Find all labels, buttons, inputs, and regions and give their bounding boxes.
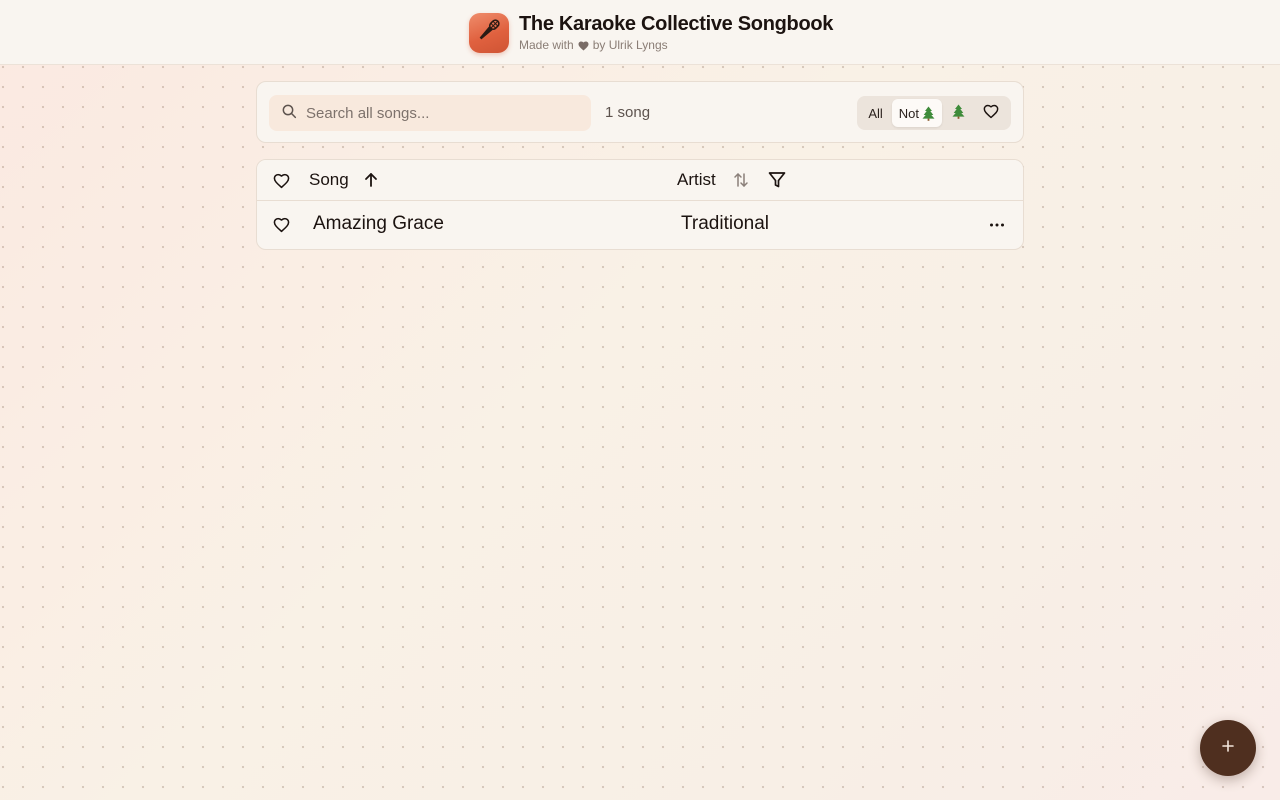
filter-favorites-button[interactable] xyxy=(975,99,1007,127)
add-song-button[interactable] xyxy=(1200,720,1256,776)
app-header: The Karaoke Collective Songbook Made wit… xyxy=(0,0,1280,65)
app-logo xyxy=(469,12,509,53)
table-row[interactable]: Amazing Grace Traditional xyxy=(257,201,1023,249)
search-box[interactable] xyxy=(269,95,591,131)
toolbar-card: 1 song All Not xyxy=(256,81,1024,143)
plus-icon xyxy=(1221,739,1235,758)
artist-cell: Traditional xyxy=(681,213,770,234)
song-table: Song Artist Amazing Grace Traditional xyxy=(256,159,1024,250)
filter-christmas-button[interactable] xyxy=(944,99,973,127)
favorite-heart-icon[interactable] xyxy=(273,217,290,233)
sort-toggle-icon[interactable] xyxy=(733,172,749,188)
sort-ascending-icon[interactable] xyxy=(364,172,378,188)
filter-all-label: All xyxy=(868,105,883,121)
search-icon xyxy=(281,103,297,124)
filter-funnel-icon[interactable] xyxy=(768,171,786,189)
column-header-artist[interactable]: Artist xyxy=(677,170,716,190)
christmas-tree-icon xyxy=(922,106,935,121)
app-title: The Karaoke Collective Songbook xyxy=(519,13,834,35)
credit-line: Made with by Ulrik Lyngs xyxy=(519,38,833,53)
filter-not-christmas-button[interactable]: Not xyxy=(891,99,942,127)
heart-icon xyxy=(983,104,999,122)
search-input[interactable] xyxy=(306,104,576,122)
favorite-column-heart-icon[interactable] xyxy=(273,173,290,189)
song-title-cell[interactable]: Amazing Grace xyxy=(313,213,444,235)
table-header: Song Artist xyxy=(257,160,1023,201)
credit-author: by Ulrik Lyngs xyxy=(592,38,668,52)
credit-prefix: Made with xyxy=(519,38,574,52)
heart-icon xyxy=(578,40,589,51)
christmas-tree-icon xyxy=(952,104,965,122)
filter-all-button[interactable]: All xyxy=(861,99,889,127)
brand: The Karaoke Collective Songbook Made wit… xyxy=(469,12,833,53)
more-options-icon[interactable] xyxy=(987,217,1007,233)
column-header-song[interactable]: Song xyxy=(309,170,349,190)
filter-toggle-group: All Not xyxy=(857,96,1011,130)
song-count: 1 song xyxy=(605,104,651,121)
filter-not-label: Not xyxy=(898,105,919,121)
microphone-icon xyxy=(474,15,504,50)
